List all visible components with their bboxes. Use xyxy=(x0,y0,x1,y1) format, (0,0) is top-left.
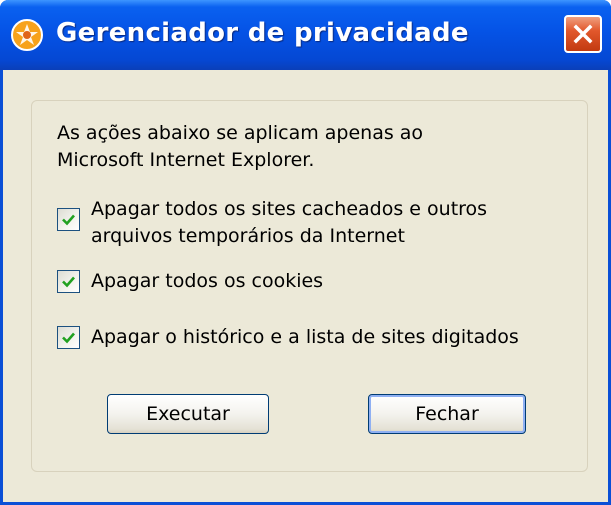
checkbox-delete-cookies[interactable] xyxy=(57,270,80,293)
intro-line-1: As ações abaixo se aplicam apenas ao xyxy=(57,122,424,144)
app-icon xyxy=(10,18,44,52)
close-button[interactable] xyxy=(564,15,602,53)
option-label-delete-cached-sites[interactable]: Apagar todos os sites cacheados e outros… xyxy=(91,196,487,250)
intro-line-2: Microsoft Internet Explorer. xyxy=(57,149,315,171)
title-bar[interactable]: Gerenciador de privacidade xyxy=(0,0,611,70)
option-label-delete-cookies[interactable]: Apagar todos os cookies xyxy=(91,268,323,295)
option-label-line: Apagar todos os sites cacheados e outros xyxy=(91,198,488,220)
close-dialog-button[interactable]: Fechar xyxy=(368,394,526,434)
privacy-manager-window: Gerenciador de privacidade As ações abai… xyxy=(0,0,611,505)
checkmark-icon xyxy=(62,276,75,288)
option-label-line: arquivos temporários da Internet xyxy=(91,225,405,247)
checkmark-icon xyxy=(62,214,75,226)
checkbox-delete-history[interactable] xyxy=(57,326,80,349)
checkbox-delete-cached-sites[interactable] xyxy=(57,208,80,231)
option-label-delete-history[interactable]: Apagar o histórico e a lista de sites di… xyxy=(91,324,519,351)
execute-button[interactable]: Executar xyxy=(107,394,269,434)
checkmark-icon xyxy=(62,332,75,344)
window-title: Gerenciador de privacidade xyxy=(56,18,469,48)
close-icon xyxy=(573,24,593,44)
intro-text: As ações abaixo se aplicam apenas ao Mic… xyxy=(57,120,557,174)
